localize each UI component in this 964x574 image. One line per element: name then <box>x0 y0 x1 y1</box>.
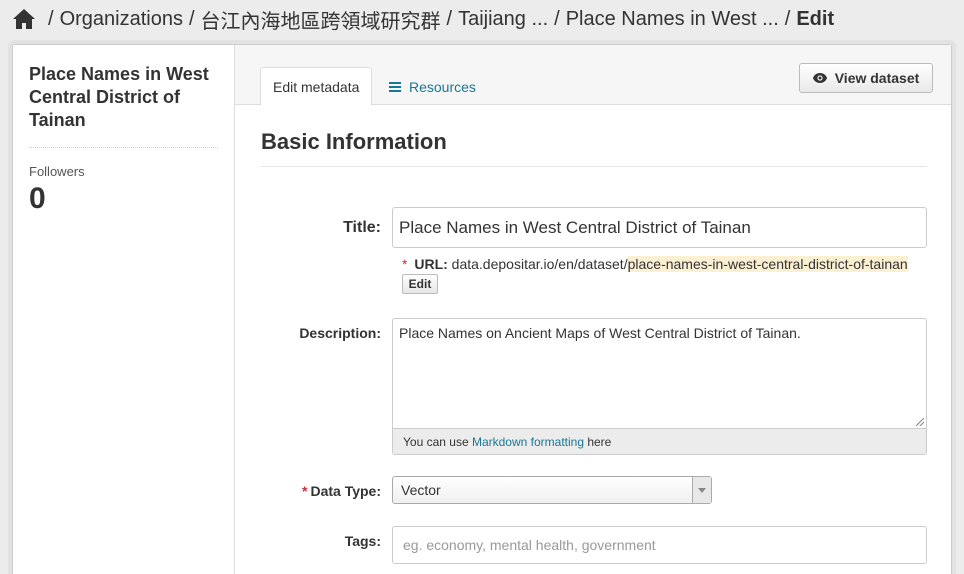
breadcrumb-current: Edit <box>796 7 835 30</box>
breadcrumb-separator: / <box>48 7 54 30</box>
markdown-hint-post: here <box>584 435 612 449</box>
sidebar: Place Names in West Central District of … <box>13 45 235 574</box>
home-icon[interactable] <box>12 8 36 30</box>
followers-count: 0 <box>29 182 46 215</box>
breadcrumb-organization[interactable]: 台江內海地區跨領域研究群 <box>201 5 441 34</box>
breadcrumb-dataset[interactable]: Place Names in West ... <box>566 8 779 31</box>
main-content: Edit metadata Resources View dataset Bas… <box>235 45 951 574</box>
eye-icon <box>812 73 827 83</box>
heading-divider <box>261 166 927 167</box>
breadcrumb-separator: / <box>446 7 453 30</box>
data-type-label: * Data Type: <box>302 483 381 499</box>
title-label: Title: <box>343 219 381 236</box>
markdown-hint: You can use Markdown formatting here <box>393 429 926 454</box>
required-marker: * <box>402 256 408 272</box>
required-marker: * <box>302 483 308 499</box>
url-edit-label: Edit <box>408 277 432 291</box>
view-dataset-button[interactable]: View dataset <box>799 63 933 93</box>
url-slug: place-names-in-west-central-district-of-… <box>627 256 908 272</box>
url-edit-button[interactable]: Edit <box>402 274 438 294</box>
tab-edit-metadata[interactable]: Edit metadata <box>260 67 373 106</box>
breadcrumb-organizations[interactable]: Organizations <box>60 8 183 31</box>
description-label: Description: <box>299 325 381 341</box>
tab-edit-metadata-label: Edit metadata <box>273 78 360 95</box>
description-field: Place Names on Ancient Maps of West Cent… <box>392 318 927 455</box>
view-dataset-label: View dataset <box>834 70 920 86</box>
title-input-value: Place Names in West Central District of … <box>399 217 751 237</box>
tab-resources[interactable]: Resources <box>377 67 488 106</box>
breadcrumb-separator: / <box>784 7 791 30</box>
dataset-title: Place Names in West Central District of … <box>29 64 209 130</box>
tags-label: Tags: <box>344 533 381 549</box>
markdown-hint-pre: You can use <box>403 435 472 449</box>
tab-resources-label: Resources <box>409 78 476 95</box>
resize-handle-icon[interactable] <box>916 418 924 426</box>
url-label: URL: <box>414 256 448 272</box>
tab-bar: Edit metadata Resources View dataset <box>235 45 951 106</box>
description-textarea[interactable]: Place Names on Ancient Maps of West Cent… <box>393 319 926 429</box>
sidebar-divider <box>29 147 218 148</box>
breadcrumb-separator: / <box>554 7 560 30</box>
markdown-link[interactable]: Markdown formatting <box>472 435 584 449</box>
data-type-label-text: Data Type: <box>310 483 381 499</box>
url-line: * URL: data.depositar.io/en/dataset/plac… <box>402 256 908 272</box>
description-value: Place Names on Ancient Maps of West Cent… <box>399 325 801 341</box>
data-type-select[interactable]: Vector <box>392 476 712 504</box>
url-base: data.depositar.io/en/dataset/ <box>451 256 628 272</box>
breadcrumb-group[interactable]: Taijiang ... <box>458 8 548 31</box>
tags-input[interactable]: eg. economy, mental health, government <box>392 526 927 564</box>
breadcrumb: / Organizations / 台江內海地區跨領域研究群 / Taijian… <box>12 4 834 34</box>
breadcrumb-separator: / <box>188 7 195 30</box>
data-type-value: Vector <box>401 482 441 498</box>
page-container: Place Names in West Central District of … <box>12 44 952 574</box>
title-input[interactable]: Place Names in West Central District of … <box>392 207 927 248</box>
list-icon <box>389 81 401 92</box>
tags-placeholder: eg. economy, mental health, government <box>403 537 656 553</box>
followers-label: Followers <box>29 164 85 179</box>
section-heading: Basic Information <box>261 129 447 154</box>
chevron-down-icon[interactable] <box>692 477 711 503</box>
